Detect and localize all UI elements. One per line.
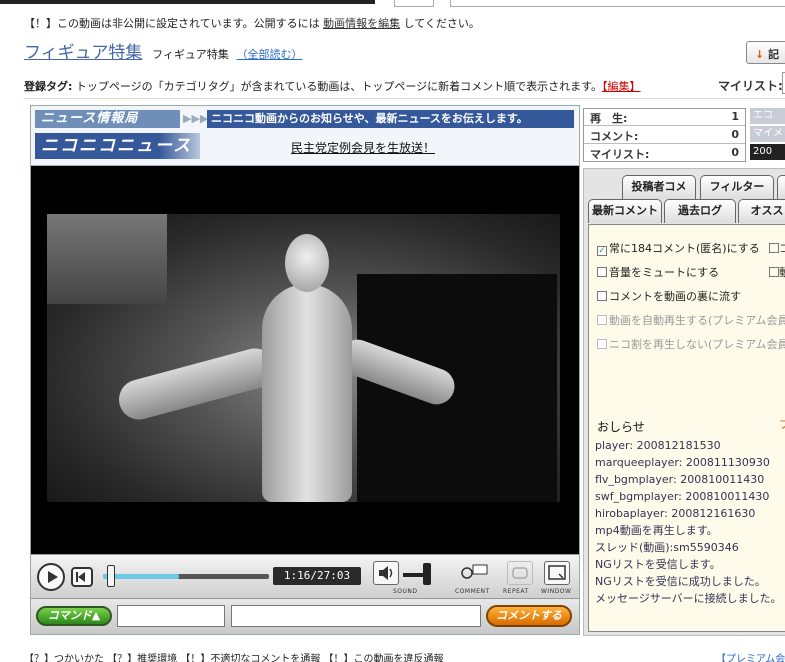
comment-input[interactable]	[231, 605, 481, 627]
notice-link[interactable]: プ	[779, 416, 785, 432]
time-display: 1:16/27:03	[273, 567, 361, 585]
notice-log: player: 200812181530 marqueeplayer: 2008…	[595, 437, 785, 607]
stat-comments: コメント: 0	[584, 127, 745, 144]
video-subtitle: フィギュア特集	[152, 48, 229, 61]
checkbox-icon	[597, 315, 607, 325]
speaker-icon	[379, 566, 393, 580]
repeat-button[interactable]	[507, 561, 533, 585]
footer-premium-link[interactable]: 【プレミアム会	[716, 650, 785, 662]
video-title[interactable]: フィギュア特集	[24, 43, 142, 63]
top-bar-dark	[0, 0, 375, 4]
stats-side-1: エコ	[750, 108, 785, 124]
top-input-small[interactable]	[394, 0, 434, 7]
video-player: ニュース情報局 ▶▶▶ ニコニコ動画からのお知らせや、最新ニュースをお伝えします…	[30, 105, 580, 635]
tab-filter[interactable]: フィルター	[700, 175, 774, 199]
sound-button[interactable]	[373, 561, 399, 585]
comment-label: COMMENT	[455, 588, 490, 595]
top-bar	[0, 0, 785, 10]
panel-body: ✓ 常に184コメント(匿名)にする コ 音量をミュートにする 動 コメントを動画…	[588, 224, 785, 632]
read-all-link[interactable]: （全部読む）	[237, 48, 303, 61]
checkbox-icon	[597, 291, 607, 301]
window-label: WINDOW	[541, 588, 572, 595]
private-notice-text: 【！】この動画は非公開に設定されています。公開するには	[24, 17, 320, 30]
repeat-icon	[512, 567, 528, 579]
log-line: swf_bgmplayer: 200810011430	[595, 490, 770, 503]
log-line: hirobaplayer: 200812161630	[595, 507, 756, 520]
option-comment-behind[interactable]: コメントを動画の裏に流す	[597, 288, 741, 304]
news-logo-top: ニュース情報局	[35, 110, 180, 128]
footer-links[interactable]: 【？】つかいかた 【？】推奨環境 【！】不適切なコメントを通報 【！】この動画を…	[24, 650, 444, 662]
comment-toggle-button[interactable]	[459, 561, 489, 585]
repeat-label: REPEAT	[503, 588, 529, 595]
tab-uploader-comment[interactable]: 投稿者コメ	[622, 175, 696, 199]
stats-box: 再 生: 1 コメント: 0 マイリスト: 0	[583, 108, 746, 162]
seek-handle[interactable]	[107, 565, 115, 587]
log-line: marqueeplayer: 200811130930	[595, 456, 770, 469]
arrow-down-icon: ↓	[755, 48, 765, 61]
private-notice: 【！】この動画は非公開に設定されています。公開するには 動画情報を編集 してくだ…	[24, 15, 480, 31]
checkbox-checked-icon: ✓	[597, 246, 607, 256]
news-headline: ニコニコ動画からのお知らせや、最新ニュースをお伝えします。	[207, 110, 574, 128]
video-screen[interactable]	[31, 166, 579, 554]
sound-label: SOUND	[393, 588, 418, 595]
tags-text: トップページの「カテゴリタグ」が含まれている動画は、トップページに新着コメント順…	[75, 80, 603, 93]
log-line: mp4動画を再生します。	[595, 524, 718, 537]
title-row: フィギュア特集 フィギュア特集 （全部読む）	[24, 38, 303, 63]
notice-title: おしらせ	[597, 420, 645, 434]
tab-recommend[interactable]: オスス	[738, 199, 785, 223]
tags-edit-link[interactable]: 【編集】	[602, 80, 641, 93]
log-line: メッセージサーバーに接続しました。	[595, 592, 782, 605]
volume-handle[interactable]	[423, 563, 431, 585]
option-mute[interactable]: 音量をミュートにする	[597, 264, 719, 280]
comment-bar: コマンド▲ コメントする	[31, 598, 579, 634]
stat-plays: 再 生: 1	[584, 109, 745, 126]
command-input[interactable]	[117, 605, 225, 627]
command-button[interactable]: コマンド▲	[36, 606, 112, 626]
top-input-wide[interactable]	[450, 0, 785, 7]
tab-latest-comments[interactable]: 最新コメント	[588, 199, 662, 223]
stats-side-2: マイメ	[750, 126, 785, 142]
mylist-label: マイリスト:	[718, 79, 783, 93]
tags-label: 登録タグ:	[24, 80, 73, 93]
divider	[24, 98, 785, 99]
video-frame-figure	[47, 214, 560, 502]
log-line: NGリストを受信します。	[595, 558, 721, 571]
comment-panel: 投稿者コメ フィルター 最新コメント 過去ログ オスス ✓ 常に184コメント(匿…	[583, 168, 785, 636]
log-line: player: 200812181530	[595, 439, 721, 452]
tab-extra[interactable]	[777, 175, 785, 199]
stat-mylists: マイリスト: 0	[590, 146, 739, 161]
private-notice-suffix: してください。	[403, 17, 480, 30]
news-banner: ニュース情報局 ▶▶▶ ニコニコ動画からのお知らせや、最新ニュースをお伝えします…	[31, 106, 579, 166]
checkbox-icon	[597, 339, 607, 349]
option-nicowari: ニコ割を再生しない(プレミアム会員	[597, 336, 785, 352]
stats-side-3: 200	[750, 144, 785, 160]
tag-row: 登録タグ: トップページの「カテゴリタグ」が含まれている動画は、トップページに新…	[24, 78, 641, 94]
option-right-2[interactable]: 動	[769, 264, 785, 280]
option-right-1[interactable]: コ	[769, 240, 785, 256]
window-button[interactable]	[544, 561, 570, 585]
window-icon	[548, 565, 566, 580]
news-logo-bottom: ニコニコニュース	[35, 133, 200, 159]
player-controls: 1:16/27:03 SOUND COMMENT REPEAT WINDOW	[31, 554, 579, 598]
rewind-button[interactable]	[71, 567, 93, 587]
add-mylist-button[interactable]: ↓ 記	[746, 41, 785, 64]
edit-video-info-link[interactable]: 動画情報を編集	[323, 17, 400, 30]
checkbox-icon	[597, 267, 607, 277]
log-line: スレッド(動画):sm5590346	[595, 541, 739, 554]
log-line: flv_bgmplayer: 200810011430	[595, 473, 765, 486]
play-button[interactable]	[37, 563, 65, 591]
live-broadcast-link[interactable]: 民主党定例会見を生放送！	[291, 139, 435, 156]
comment-icon	[461, 564, 488, 579]
news-arrows: ▶▶▶	[183, 112, 209, 125]
option-autoplay: 動画を自動再生する(プレミアム会員	[597, 312, 785, 328]
option-anonymous[interactable]: ✓ 常に184コメント(匿名)にする	[597, 240, 760, 256]
tab-past-log[interactable]: 過去ログ	[664, 199, 736, 223]
stats-side: エコ マイメ 200	[750, 108, 785, 162]
log-line: NGリストを受信に成功しました。	[595, 575, 766, 588]
send-comment-button[interactable]: コメントする	[486, 605, 572, 627]
seek-bar[interactable]	[103, 574, 269, 579]
